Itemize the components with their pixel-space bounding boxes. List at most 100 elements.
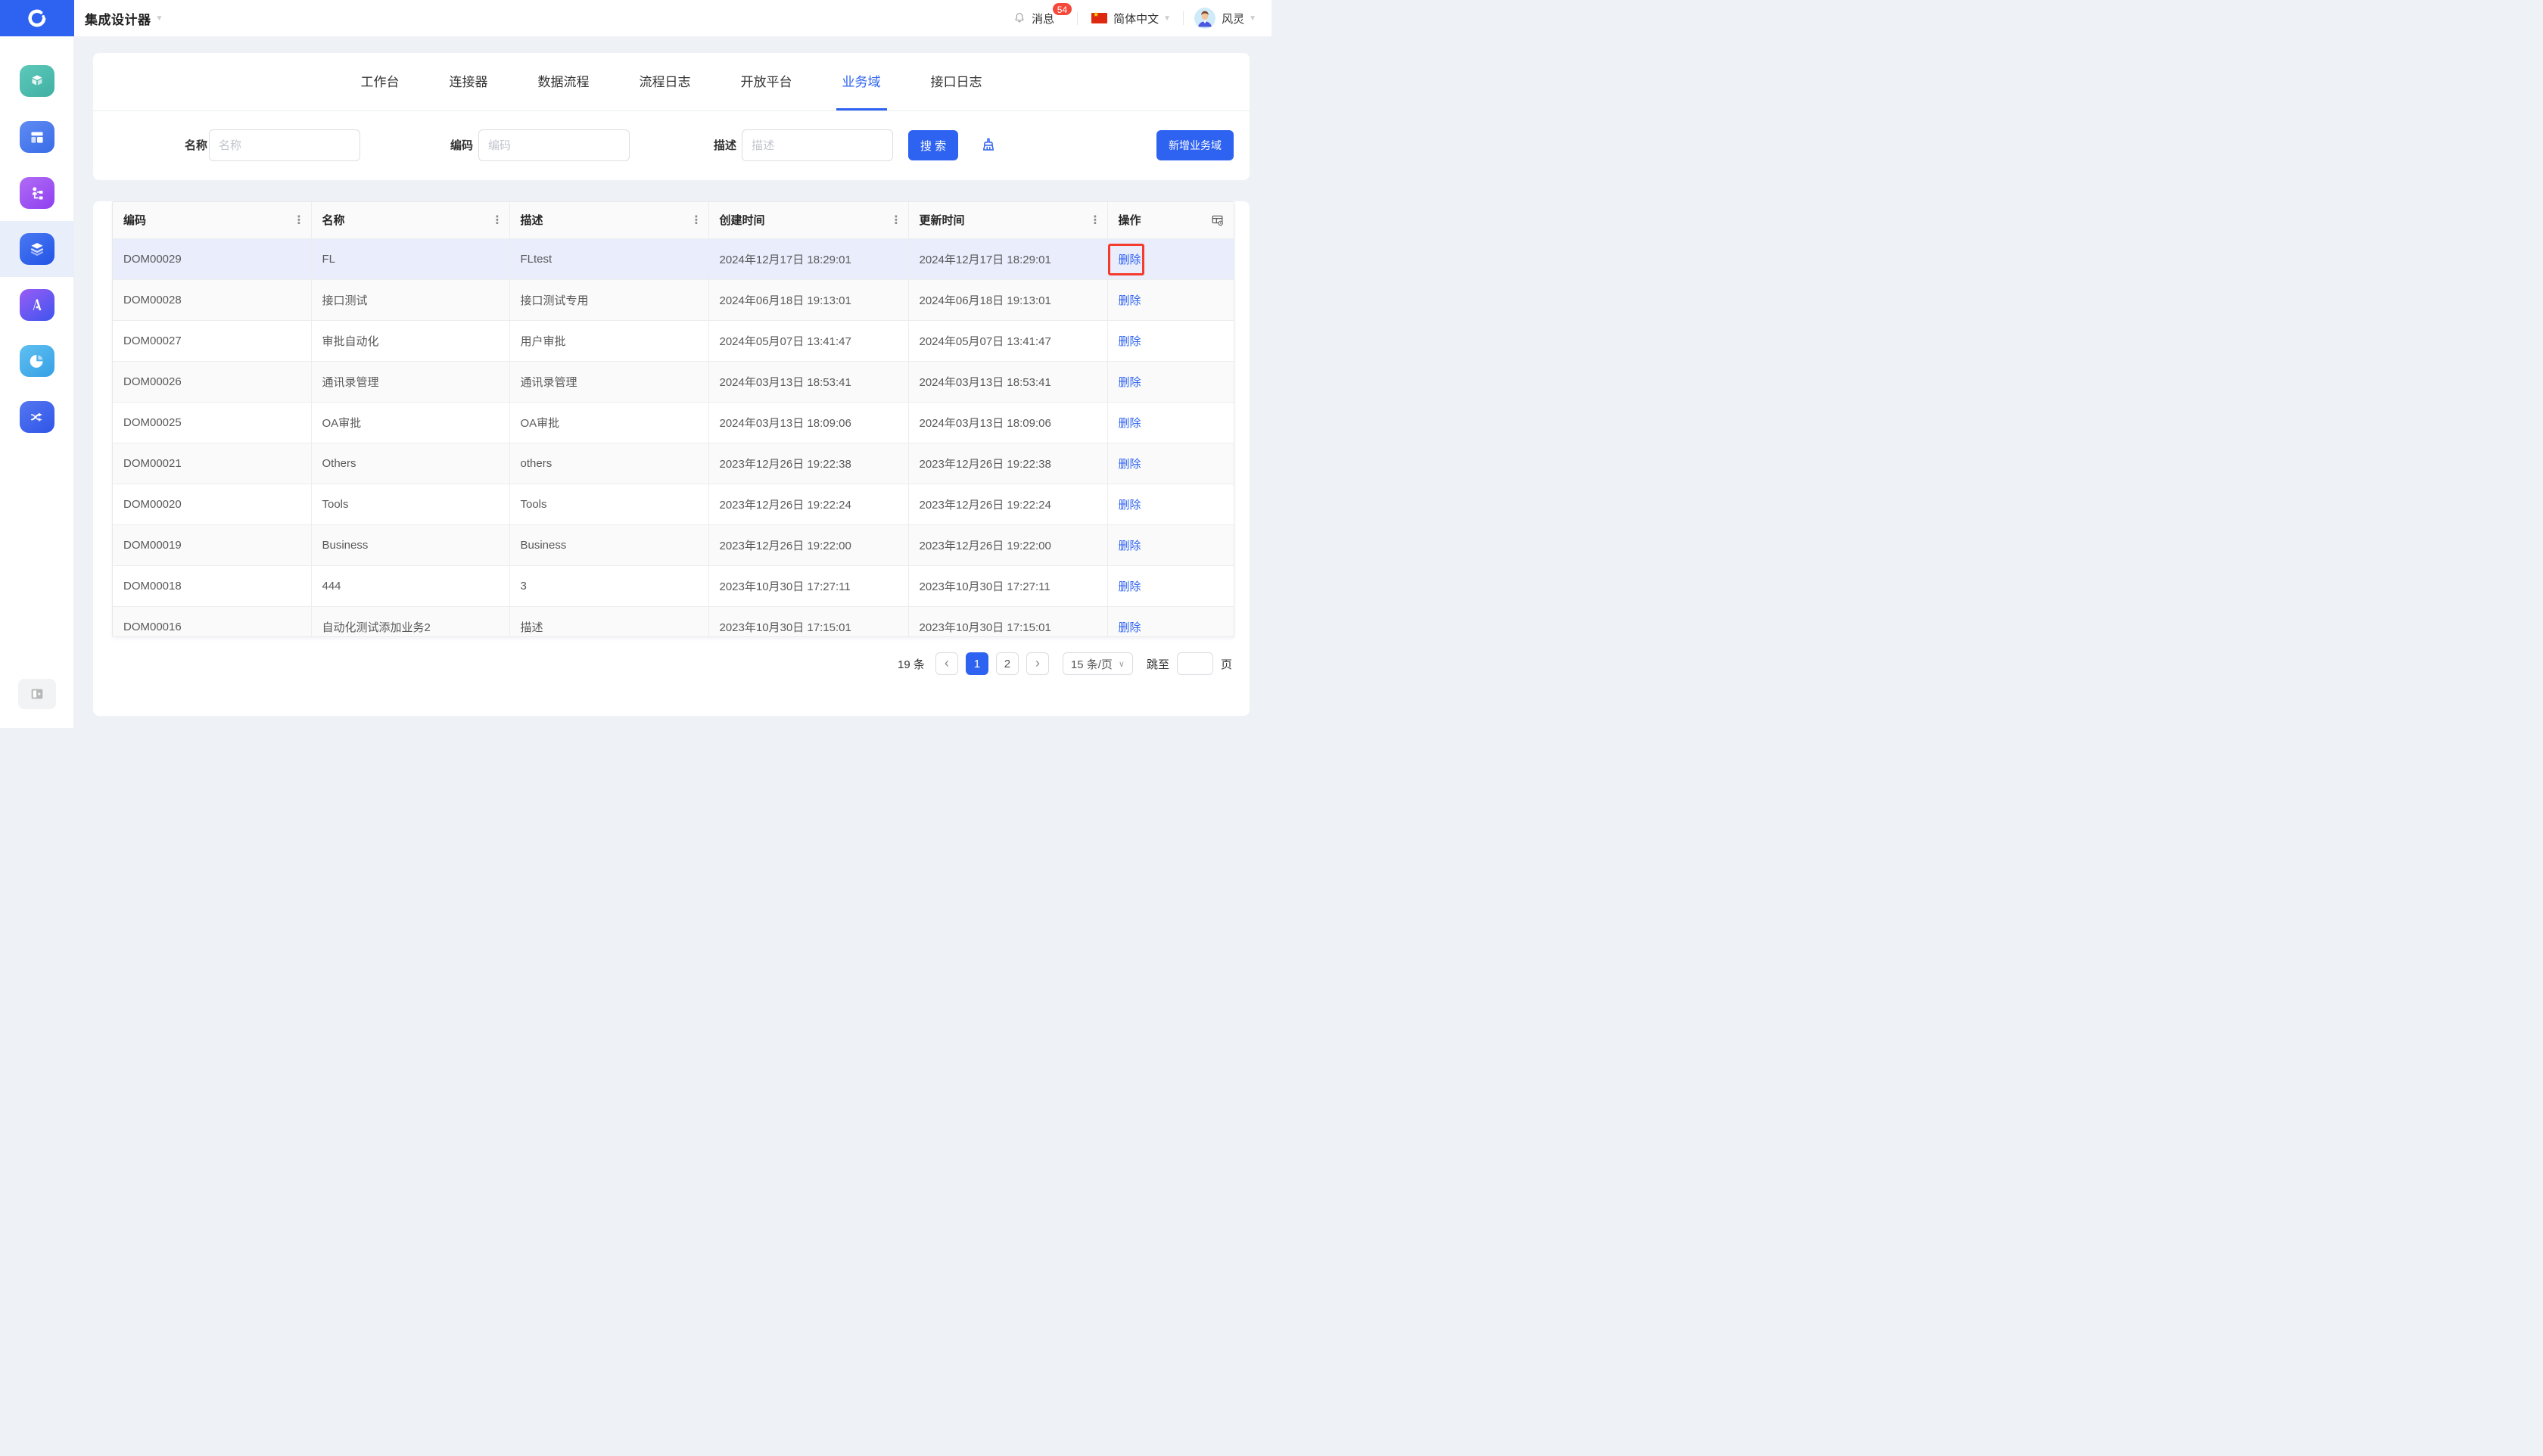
avatar bbox=[1194, 8, 1215, 29]
column-menu-icon[interactable]: ⋮ bbox=[691, 214, 702, 226]
tabs-filters-card: 工作台连接器数据流程流程日志开放平台业务域接口日志 名称 编码 描述 搜 索 新… bbox=[93, 53, 1250, 180]
pagination-prev-button[interactable]: ‹ bbox=[935, 652, 958, 675]
desc-filter-input[interactable] bbox=[742, 129, 893, 161]
column-menu-icon[interactable]: ⋮ bbox=[891, 214, 902, 226]
sidebar-item-4[interactable] bbox=[0, 221, 74, 277]
cell-actions: 删除 bbox=[1107, 443, 1234, 484]
jump-page-input[interactable] bbox=[1177, 652, 1213, 675]
cell-created: 2023年10月30日 17:15:01 bbox=[708, 606, 908, 637]
sidebar-item-5[interactable] bbox=[0, 277, 74, 333]
page-size-select[interactable]: 15 条/页 ∨ bbox=[1063, 652, 1133, 675]
app-title-caret-icon[interactable]: ▼ bbox=[156, 14, 163, 23]
cell-name: Business bbox=[311, 524, 509, 565]
delete-link[interactable]: 删除 bbox=[1119, 294, 1141, 307]
table-row: DOM0001844432023年10月30日 17:27:112023年10月… bbox=[113, 565, 1234, 606]
clear-filters-button[interactable] bbox=[979, 136, 998, 156]
sidebar-collapse-button[interactable] bbox=[18, 679, 56, 709]
language-label: 简体中文 bbox=[1113, 11, 1159, 26]
panel-expand-icon bbox=[29, 686, 45, 702]
cell-code: DOM00027 bbox=[113, 320, 311, 361]
sidebar-item-7[interactable] bbox=[0, 389, 74, 445]
name-filter-input[interactable] bbox=[209, 129, 360, 161]
delete-link[interactable]: 删除 bbox=[1119, 254, 1141, 266]
column-header-3: 描述⋮ bbox=[509, 202, 708, 238]
column-menu-icon[interactable]: ⋮ bbox=[1090, 214, 1101, 226]
cell-name: 通讯录管理 bbox=[311, 361, 509, 402]
tab-6[interactable]: 业务域 bbox=[836, 53, 887, 110]
sidebar-item-1[interactable] bbox=[0, 53, 74, 109]
delete-link[interactable]: 删除 bbox=[1119, 499, 1141, 512]
search-button[interactable]: 搜 索 bbox=[908, 130, 958, 160]
cell-created: 2023年12月26日 19:22:00 bbox=[708, 524, 908, 565]
add-business-domain-button[interactable]: 新增业务域 bbox=[1156, 130, 1234, 160]
jump-suffix: 页 bbox=[1221, 656, 1232, 672]
cube-icon bbox=[20, 65, 54, 97]
ai-letter-icon bbox=[20, 289, 54, 321]
cell-actions: 删除 bbox=[1107, 361, 1234, 402]
sidebar-item-6[interactable] bbox=[0, 333, 74, 389]
delete-link[interactable]: 删除 bbox=[1119, 417, 1141, 430]
cell-updated: 2023年10月30日 17:27:11 bbox=[908, 565, 1107, 606]
pie-chart-icon bbox=[20, 345, 54, 377]
tab-2[interactable]: 连接器 bbox=[444, 53, 494, 110]
delete-link[interactable]: 删除 bbox=[1119, 335, 1141, 348]
cell-code: DOM00018 bbox=[113, 565, 311, 606]
cell-code: DOM00029 bbox=[113, 238, 311, 279]
broom-icon bbox=[979, 136, 998, 154]
tab-1[interactable]: 工作台 bbox=[355, 53, 406, 110]
user-menu[interactable]: 风灵 ▼ bbox=[1194, 8, 1256, 29]
messages-badge: 54 bbox=[1052, 2, 1072, 16]
user-caret-icon: ▼ bbox=[1249, 14, 1256, 23]
tab-7[interactable]: 接口日志 bbox=[925, 53, 988, 110]
delete-link[interactable]: 删除 bbox=[1119, 376, 1141, 389]
app-logo[interactable] bbox=[0, 0, 74, 36]
cell-desc: 描述 bbox=[509, 606, 708, 637]
jump-label: 跳至 bbox=[1147, 656, 1169, 672]
table-header-row: 编码⋮名称⋮描述⋮创建时间⋮更新时间⋮操作 bbox=[113, 202, 1234, 238]
cell-code: DOM00025 bbox=[113, 402, 311, 443]
pagination-page-2[interactable]: 2 bbox=[996, 652, 1019, 675]
cell-created: 2024年12月17日 18:29:01 bbox=[708, 238, 908, 279]
cell-actions: 删除 bbox=[1107, 524, 1234, 565]
table-row: DOM00029FLFLtest2024年12月17日 18:29:012024… bbox=[113, 238, 1234, 279]
app-title: 集成设计器 bbox=[85, 9, 151, 28]
cell-created: 2023年12月26日 19:22:24 bbox=[708, 484, 908, 524]
sidebar-item-2[interactable] bbox=[0, 109, 74, 165]
tab-5[interactable]: 开放平台 bbox=[735, 53, 798, 110]
cell-actions: 删除 bbox=[1107, 320, 1234, 361]
column-settings-icon[interactable] bbox=[1210, 213, 1225, 227]
sidebar bbox=[0, 0, 74, 728]
cell-desc: 3 bbox=[509, 565, 708, 606]
delete-link[interactable]: 删除 bbox=[1119, 540, 1141, 552]
cell-desc: OA审批 bbox=[509, 402, 708, 443]
tab-3[interactable]: 数据流程 bbox=[532, 53, 596, 110]
tab-4[interactable]: 流程日志 bbox=[633, 53, 697, 110]
delete-link[interactable]: 删除 bbox=[1119, 621, 1141, 634]
table-container: 编码⋮名称⋮描述⋮创建时间⋮更新时间⋮操作 DOM00029FLFLtest20… bbox=[112, 201, 1234, 637]
tabs-bar: 工作台连接器数据流程流程日志开放平台业务域接口日志 bbox=[93, 53, 1250, 111]
language-selector[interactable]: ★ 简体中文 ▼ bbox=[1091, 11, 1171, 26]
column-header-6: 操作 bbox=[1107, 202, 1234, 238]
filters-row: 名称 编码 描述 搜 索 新增业务域 bbox=[93, 111, 1250, 179]
messages-label: 消息 bbox=[1032, 11, 1054, 26]
pagination-page-1[interactable]: 1 bbox=[966, 652, 988, 675]
column-menu-icon[interactable]: ⋮ bbox=[294, 214, 305, 226]
delete-link[interactable]: 删除 bbox=[1119, 580, 1141, 593]
chevron-down-icon: ∨ bbox=[1119, 659, 1125, 669]
layers-icon bbox=[20, 233, 54, 265]
sidebar-item-3[interactable] bbox=[0, 165, 74, 221]
column-header-5: 更新时间⋮ bbox=[908, 202, 1107, 238]
cell-desc: Business bbox=[509, 524, 708, 565]
sidebar-items bbox=[0, 36, 73, 445]
topbar-right: 消息 54 ★ 简体中文 ▼ 风灵 ▼ bbox=[1013, 8, 1256, 29]
column-menu-icon[interactable]: ⋮ bbox=[492, 214, 503, 226]
cell-code: DOM00016 bbox=[113, 606, 311, 637]
avatar-icon bbox=[1194, 8, 1215, 29]
pagination-next-button[interactable]: › bbox=[1026, 652, 1049, 675]
code-filter-input[interactable] bbox=[478, 129, 630, 161]
business-domain-table: 编码⋮名称⋮描述⋮创建时间⋮更新时间⋮操作 DOM00029FLFLtest20… bbox=[113, 202, 1234, 637]
language-caret-icon: ▼ bbox=[1163, 14, 1171, 23]
cell-updated: 2024年12月17日 18:29:01 bbox=[908, 238, 1107, 279]
messages-entry[interactable]: 消息 54 bbox=[1013, 11, 1054, 26]
delete-link[interactable]: 删除 bbox=[1119, 458, 1141, 471]
